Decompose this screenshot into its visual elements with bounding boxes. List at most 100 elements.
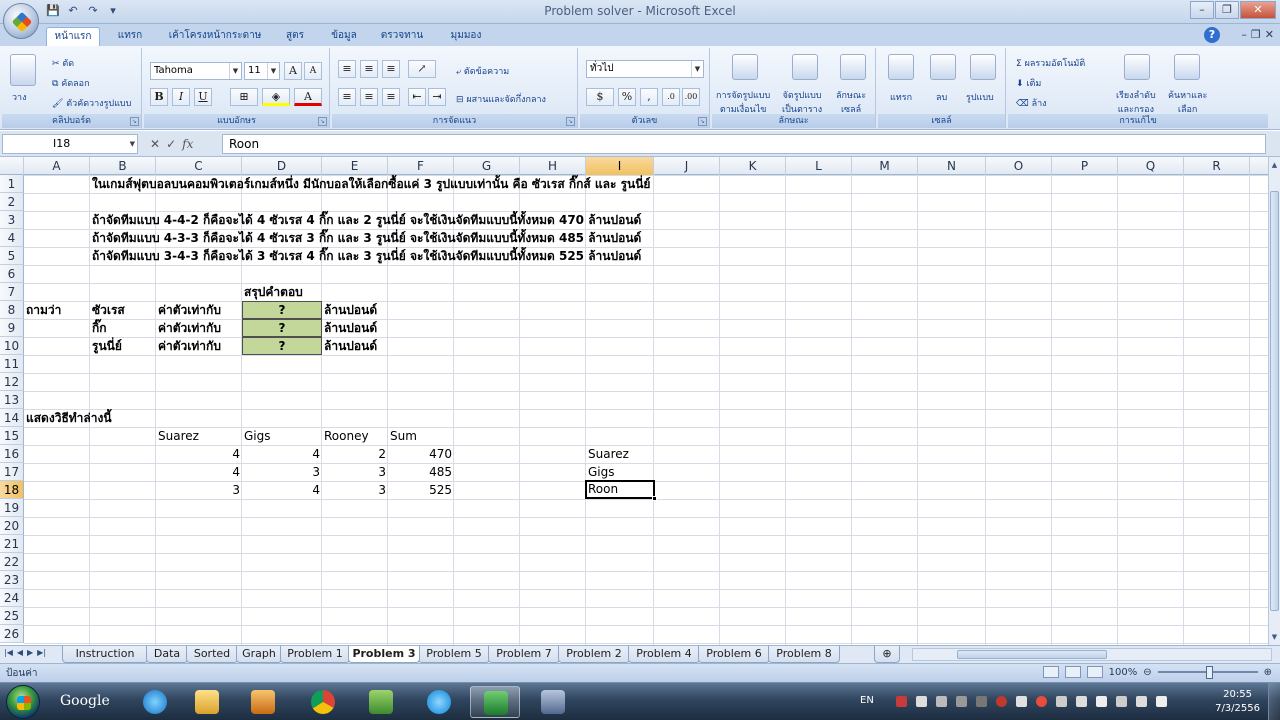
row-header[interactable]: 12 — [0, 373, 24, 391]
insert-cells-button[interactable]: แทรก — [890, 90, 912, 104]
cell-d7[interactable]: สรุปคำตอบ — [242, 283, 305, 301]
cell-i17[interactable]: Gigs — [586, 463, 617, 481]
cell-e18[interactable]: 3 — [322, 481, 388, 499]
font-color-icon[interactable]: A — [294, 88, 322, 106]
tray-icon-9[interactable] — [1056, 696, 1067, 707]
workbook-minimize-icon[interactable]: – — [1241, 28, 1247, 41]
dialog-launcher-icon[interactable]: ↘ — [318, 117, 327, 126]
paste-icon[interactable] — [10, 54, 36, 86]
tab-insert[interactable]: แทรก — [108, 27, 152, 46]
column-header[interactable]: H — [520, 157, 586, 175]
column-header[interactable]: J — [654, 157, 720, 175]
normal-view-icon[interactable] — [1042, 666, 1059, 678]
delete-cells-icon[interactable] — [930, 54, 956, 80]
column-header[interactable]: Q — [1118, 157, 1184, 175]
increase-decimal-icon[interactable]: .0 — [662, 88, 680, 106]
format-cells-icon[interactable] — [970, 54, 996, 80]
cell-e17[interactable]: 3 — [322, 463, 388, 481]
row-header[interactable]: 22 — [0, 553, 24, 571]
align-middle-icon[interactable]: ≡ — [360, 60, 378, 78]
vertical-scrollbar[interactable]: ▲ ▼ — [1268, 157, 1280, 645]
workbook-close-icon[interactable]: ✕ — [1265, 28, 1274, 41]
align-right-icon[interactable]: ≡ — [382, 88, 400, 106]
zoom-slider[interactable] — [1157, 666, 1258, 679]
answer-placeholder[interactable]: ? — [242, 337, 322, 355]
cell-c10[interactable]: ค่าตัวเท่ากับ — [156, 337, 223, 355]
column-header[interactable]: C — [156, 157, 242, 175]
align-bottom-icon[interactable]: ≡ — [382, 60, 400, 78]
taskbar-explorer[interactable] — [182, 686, 232, 718]
row-header[interactable]: 14 — [0, 409, 24, 427]
format-table-icon[interactable] — [792, 54, 818, 80]
taskbar-network[interactable] — [356, 686, 406, 718]
number-format-combo[interactable]: ทั่วไป ▼ — [586, 60, 704, 78]
battery-icon[interactable] — [1116, 696, 1127, 707]
scroll-up-icon[interactable]: ▲ — [1270, 159, 1279, 171]
wrap-text-button[interactable]: ⤶ ตัดข้อความ — [456, 64, 509, 78]
sheet-tab[interactable]: Instruction — [62, 646, 148, 663]
language-indicator[interactable]: EN — [860, 695, 874, 706]
column-header[interactable]: L — [786, 157, 852, 175]
dialog-launcher-icon[interactable]: ↘ — [566, 117, 575, 126]
cell-e15[interactable]: Rooney — [322, 427, 371, 445]
borders-icon[interactable]: ⊞ — [230, 88, 258, 106]
format-table-button[interactable]: จัดรูปแบบ เป็นตาราง — [782, 88, 822, 116]
row-header[interactable]: 6 — [0, 265, 24, 283]
row-header[interactable]: 16 — [0, 445, 24, 463]
tray-icon-6[interactable] — [996, 696, 1007, 707]
fill-color-icon[interactable]: ◈ — [262, 88, 290, 106]
column-header[interactable]: D — [242, 157, 322, 175]
delete-cells-button[interactable]: ลบ — [936, 90, 947, 104]
find-select-button[interactable]: ค้นหาและ เลือก — [1168, 88, 1207, 116]
next-sheet-icon[interactable]: ▶ — [27, 648, 33, 657]
sheet-tab[interactable]: Problem 5 — [418, 646, 490, 663]
column-header[interactable]: I — [586, 157, 654, 175]
taskbar-ie[interactable] — [130, 686, 180, 718]
tray-icon-5[interactable] — [976, 696, 987, 707]
row-header[interactable]: 9 — [0, 319, 24, 337]
cell-b1[interactable]: ในเกมส์ฟุตบอลบนคอมพิวเตอร์เกมส์หนึ่ง มีน… — [90, 175, 652, 193]
row-header[interactable]: 18 — [0, 481, 24, 499]
minimize-button[interactable]: – — [1190, 1, 1214, 19]
cell-e10[interactable]: ล้านปอนด์ — [322, 337, 379, 355]
column-header[interactable]: F — [388, 157, 454, 175]
show-desktop-button[interactable] — [1268, 683, 1280, 720]
autosum-button[interactable]: Σ ผลรวมอัตโนมัติ — [1016, 56, 1085, 70]
insert-function-icon[interactable]: fx — [182, 137, 193, 151]
cell-styles-icon[interactable] — [840, 54, 866, 80]
currency-icon[interactable]: $ — [586, 88, 614, 106]
cancel-entry-icon[interactable]: ✕ — [150, 137, 160, 151]
row-header[interactable]: 3 — [0, 211, 24, 229]
font-size-combo[interactable]: 11 ▼ — [244, 62, 280, 80]
row-header[interactable]: 7 — [0, 283, 24, 301]
taskbar-save[interactable] — [528, 686, 578, 718]
sort-filter-button[interactable]: เรียงลำดับ และกรอง — [1116, 88, 1156, 116]
cell-c17[interactable]: 4 — [156, 463, 242, 481]
column-header[interactable]: K — [720, 157, 786, 175]
cell-b5[interactable]: ถ้าจัดทีมแบบ 3-4-3 ก็คือจะได้ 3 ซัวเรส 4… — [90, 247, 643, 265]
cut-button[interactable]: ✂ ตัด — [52, 56, 74, 70]
cell-d17[interactable]: 3 — [242, 463, 322, 481]
column-header[interactable]: G — [454, 157, 520, 175]
volume-icon[interactable] — [1156, 696, 1167, 707]
sheet-tab[interactable]: Graph — [236, 646, 282, 663]
find-binoculars-icon[interactable] — [1174, 54, 1200, 80]
confirm-entry-icon[interactable]: ✓ — [166, 137, 176, 151]
sheet-tab[interactable]: Problem 3 — [348, 646, 420, 663]
cell-c18[interactable]: 3 — [156, 481, 242, 499]
cell-d16[interactable]: 4 — [242, 445, 322, 463]
cell-f17[interactable]: 485 — [388, 463, 454, 481]
tab-review[interactable]: ตรวจทาน — [374, 27, 430, 46]
cell-b9[interactable]: กิ๊ก — [90, 319, 109, 337]
maximize-button[interactable]: ❐ — [1215, 1, 1239, 19]
horizontal-scroll-thumb[interactable] — [957, 650, 1107, 659]
decrease-decimal-icon[interactable]: .00 — [682, 88, 700, 106]
tab-home[interactable]: หน้าแรก — [46, 27, 100, 46]
cell-a14[interactable]: แสดงวิธีทำล่างนี้ — [24, 409, 114, 427]
row-header[interactable]: 23 — [0, 571, 24, 589]
google-label[interactable]: Google — [60, 693, 110, 709]
row-header[interactable]: 11 — [0, 355, 24, 373]
row-header[interactable]: 4 — [0, 229, 24, 247]
cell-c15[interactable]: Suarez — [156, 427, 201, 445]
name-box[interactable]: I18 ▼ — [2, 134, 138, 154]
